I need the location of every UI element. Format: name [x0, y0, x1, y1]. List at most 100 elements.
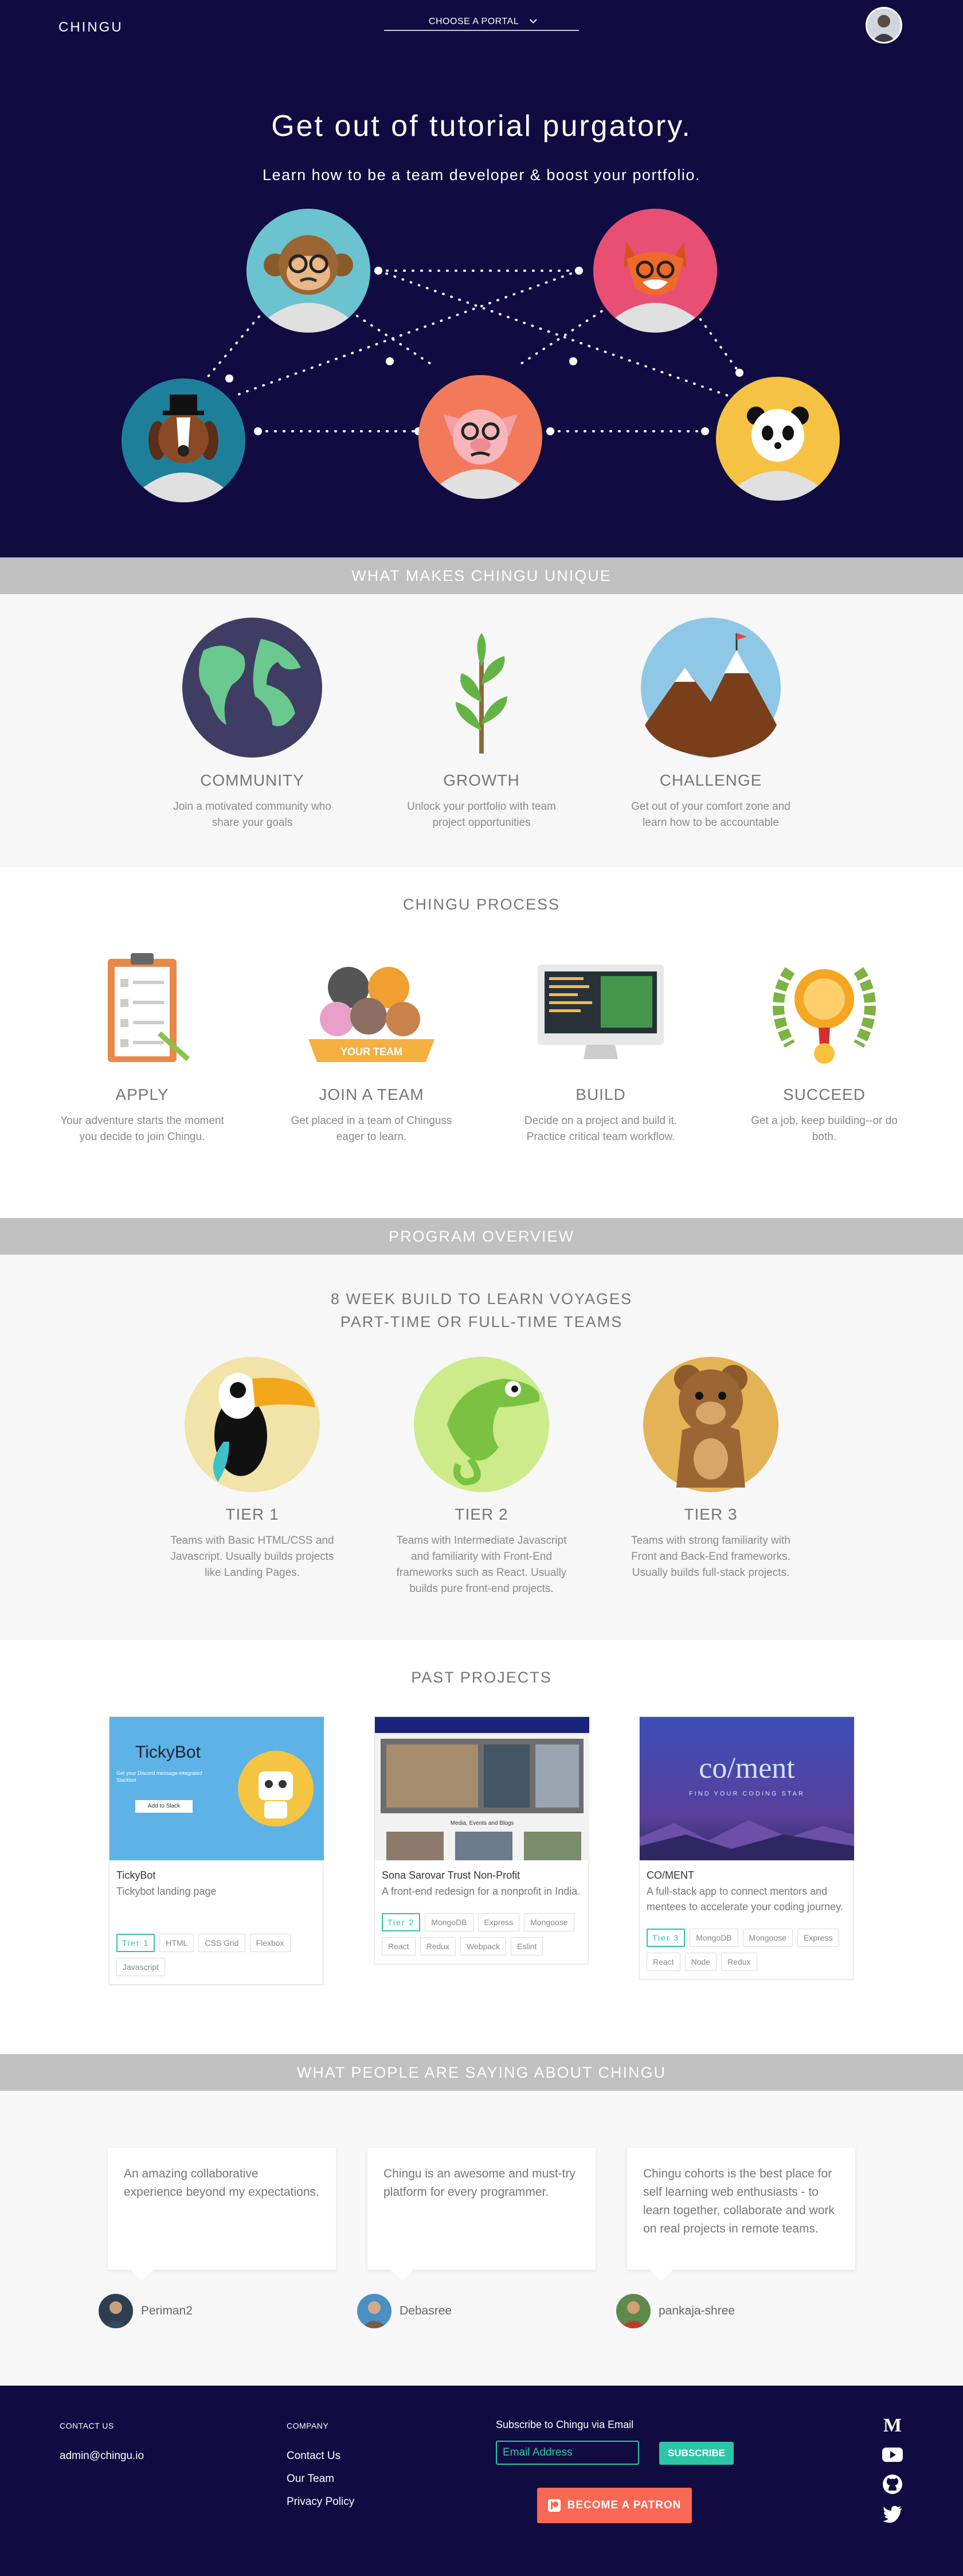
mountain-skyline-icon [640, 1820, 854, 1860]
process-join-team: YOUR TEAM JOIN A TEAM Get placed in a te… [285, 947, 457, 1145]
screenshot-tagline: FIND YOUR CODING STAR [689, 1790, 805, 1797]
tier-tag: Tier 3 [647, 1929, 686, 1947]
chingu-logo[interactable]: CHINGU [58, 19, 123, 36]
monkey-avatar [246, 209, 370, 333]
process-heading: CHINGU PROCESS [402, 896, 561, 913]
tech-tag: Flexbox [249, 1934, 291, 1952]
tech-tag: Redux [420, 1937, 456, 1956]
project-description: Tickybot landing page [116, 1886, 217, 1897]
contact-heading: CONTACT US [60, 2421, 114, 2430]
contact-email-link[interactable]: admin@chingu.io [60, 2450, 144, 2462]
project-tags: Tier 1 HTML CSS Grid Flexbox Javascript [116, 1934, 316, 1976]
tech-tag: Express [797, 1929, 839, 1947]
hero-section: CHINGU CHOOSE A PORTAL Get out of tutori… [0, 0, 963, 557]
user-avatar-icon[interactable] [866, 7, 902, 44]
feature-text: Get out of your comfort zone and learn h… [631, 801, 790, 829]
screenshot-button: Add to Slack [135, 1800, 193, 1813]
tier-1: TIER 1 Teams with Basic HTML/CSS and Jav… [166, 1356, 338, 1581]
chevron-down-icon [530, 16, 537, 24]
process-text: Get a job, keep building--or do both. [751, 1115, 898, 1143]
project-tags: Tier 2 MongoDB Express Mongoose React Re… [382, 1913, 581, 1956]
tier-title: TIER 2 [455, 1505, 508, 1523]
screenshot-tagline: Get your Discord message-integrated Slac… [116, 1770, 202, 1783]
tier-title: TIER 1 [225, 1505, 279, 1523]
panda-avatar [716, 377, 840, 501]
project-card-coment[interactable]: co/ment FIND YOUR CODING STAR CO/MENT A … [639, 1716, 854, 1980]
email-field[interactable] [496, 2441, 639, 2465]
tier-text: Teams with Intermediate Javascript and f… [396, 1535, 567, 1595]
tech-tag: Mongoose [524, 1913, 574, 1931]
monitor-icon [538, 965, 664, 1059]
tech-tag: CSS Grid [198, 1934, 245, 1952]
program-line-1: 8 WEEK BUILD TO LEARN VOYAGES [330, 1290, 633, 1307]
author-name: Periman2 [141, 2304, 193, 2317]
tech-tag: HTML [159, 1934, 194, 1952]
laurel-medal-icon [773, 967, 876, 1064]
mountain-icon [641, 618, 781, 758]
tier-title: TIER 3 [684, 1505, 738, 1523]
unique-banner: WHAT MAKES CHINGU UNIQUE [0, 557, 963, 594]
feature-text: Unlock your portfolio with team project … [407, 801, 556, 829]
svg-text:M: M [883, 2415, 902, 2436]
feature-text: Join a motivated community who share you… [173, 801, 331, 829]
hero-subtitle: Learn how to be a team developer & boost… [263, 166, 700, 184]
twitter-icon[interactable] [881, 2503, 904, 2526]
project-name: TickyBot [116, 1869, 156, 1881]
choose-portal-dropdown[interactable]: CHOOSE A PORTAL [384, 15, 579, 31]
footer-link-contact[interactable]: Contact Us [287, 2450, 340, 2462]
github-icon[interactable] [881, 2473, 904, 2496]
tech-tag: React [382, 1937, 416, 1956]
toucan-icon [185, 1357, 320, 1492]
testimonial-quote: Chingu cohorts is the best place for sel… [627, 2148, 855, 2281]
process-build: BUILD Decide on a project and build it. … [515, 947, 687, 1145]
globe-icon [182, 618, 322, 758]
project-screenshot: Media, Events and Blogs [375, 1717, 589, 1860]
testimonial-quote: Chingu is an awesome and must-try platfo… [367, 2148, 596, 2281]
testimonial-author[interactable]: Debasree [357, 2294, 452, 2328]
footer: CONTACT US admin@chingu.io COMPANY Conta… [0, 2386, 963, 2576]
hero-title: Get out of tutorial purgatory. [271, 110, 692, 143]
project-screenshot: TickyBot Get your Discord message-integr… [109, 1717, 324, 1860]
process-text: Get placed in a team of Chinguss eager t… [291, 1115, 452, 1143]
medium-icon[interactable]: M [881, 2413, 904, 2436]
process-title: APPLY [115, 1086, 169, 1103]
robot-icon [238, 1751, 314, 1826]
testimonial-author[interactable]: pankaja-shree [616, 2294, 735, 2328]
testimonial-quote: An amazing collaborative experience beyo… [108, 2148, 336, 2281]
tech-tag: Express [477, 1913, 520, 1931]
footer-link-privacy[interactable]: Privacy Policy [287, 2496, 354, 2508]
screenshot-brand: TickyBot [135, 1743, 201, 1762]
tier-text: Teams with Basic HTML/CSS and Javascript… [170, 1535, 334, 1579]
avatar [616, 2294, 651, 2328]
project-card-tickybot[interactable]: TickyBot Get your Discord message-integr… [109, 1716, 324, 1985]
testimonial-author[interactable]: Periman2 [99, 2294, 193, 2328]
feature-growth: GROWTH Unlock your portfolio with team p… [396, 616, 567, 831]
tier-3: TIER 3 Teams with strong familiarity wit… [625, 1356, 797, 1581]
tier-2: TIER 2 Teams with Intermediate Javascrip… [396, 1356, 567, 1597]
project-card-sona-sarovar[interactable]: Media, Events and Blogs Sona Sarovar Tru… [374, 1716, 589, 1964]
process-text: Your adventure starts the moment you dec… [60, 1115, 224, 1143]
clipboard-icon [108, 953, 190, 1062]
project-screenshot: co/ment FIND YOUR CODING STAR [640, 1717, 854, 1860]
tech-tag: Javascript [116, 1958, 166, 1976]
subscribe-button[interactable]: SUBSCRIBE [659, 2442, 734, 2465]
tier-tag: Tier 2 [382, 1913, 421, 1931]
tech-tag: React [647, 1953, 680, 1971]
author-name: pankaja-shree [659, 2304, 735, 2317]
process-title: BUILD [576, 1086, 626, 1103]
youtube-icon[interactable] [881, 2443, 904, 2466]
feature-title: COMMUNITY [200, 771, 304, 789]
project-name: Sona Sarovar Trust Non-Profit [382, 1869, 520, 1881]
tech-tag: Mongoose [742, 1929, 793, 1947]
avatar [357, 2294, 392, 2328]
become-patron-button[interactable]: BECOME A PATRON [537, 2488, 692, 2523]
footer-link-team[interactable]: Our Team [287, 2473, 334, 2485]
feature-community: COMMUNITY Join a motivated community who… [166, 616, 338, 831]
process-title: JOIN A TEAM [319, 1086, 424, 1103]
process-text: Decide on a project and build it. Practi… [524, 1115, 678, 1143]
projects-heading: PAST PROJECTS [411, 1669, 552, 1686]
screenshot-caption: Media, Events and Blogs [450, 1820, 514, 1826]
project-description: A front-end redesign for a nonprofit in … [382, 1886, 581, 1897]
feature-title: GROWTH [443, 771, 520, 789]
pig-avatar [418, 375, 542, 499]
